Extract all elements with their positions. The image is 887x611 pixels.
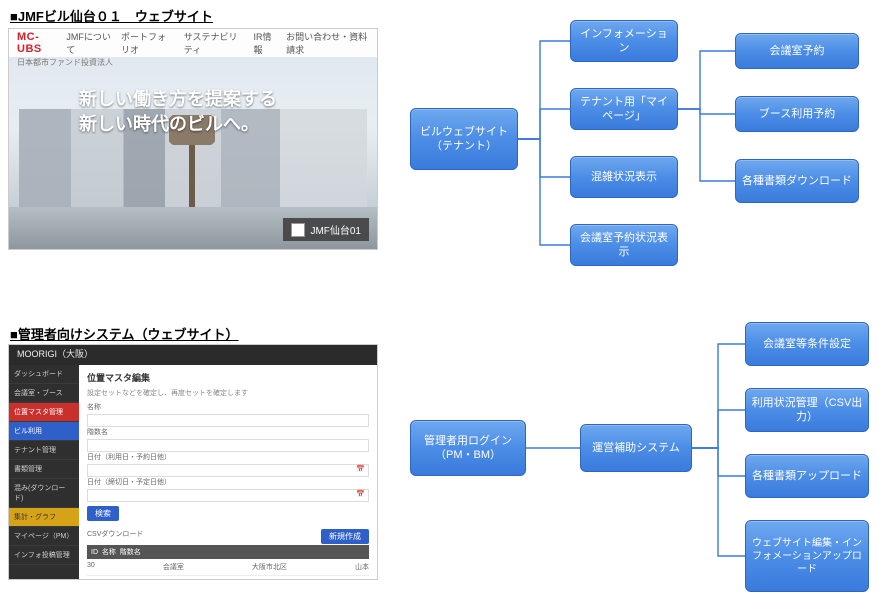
- tree1-connectors: [0, 0, 887, 300]
- tree2-connectors: [0, 300, 887, 610]
